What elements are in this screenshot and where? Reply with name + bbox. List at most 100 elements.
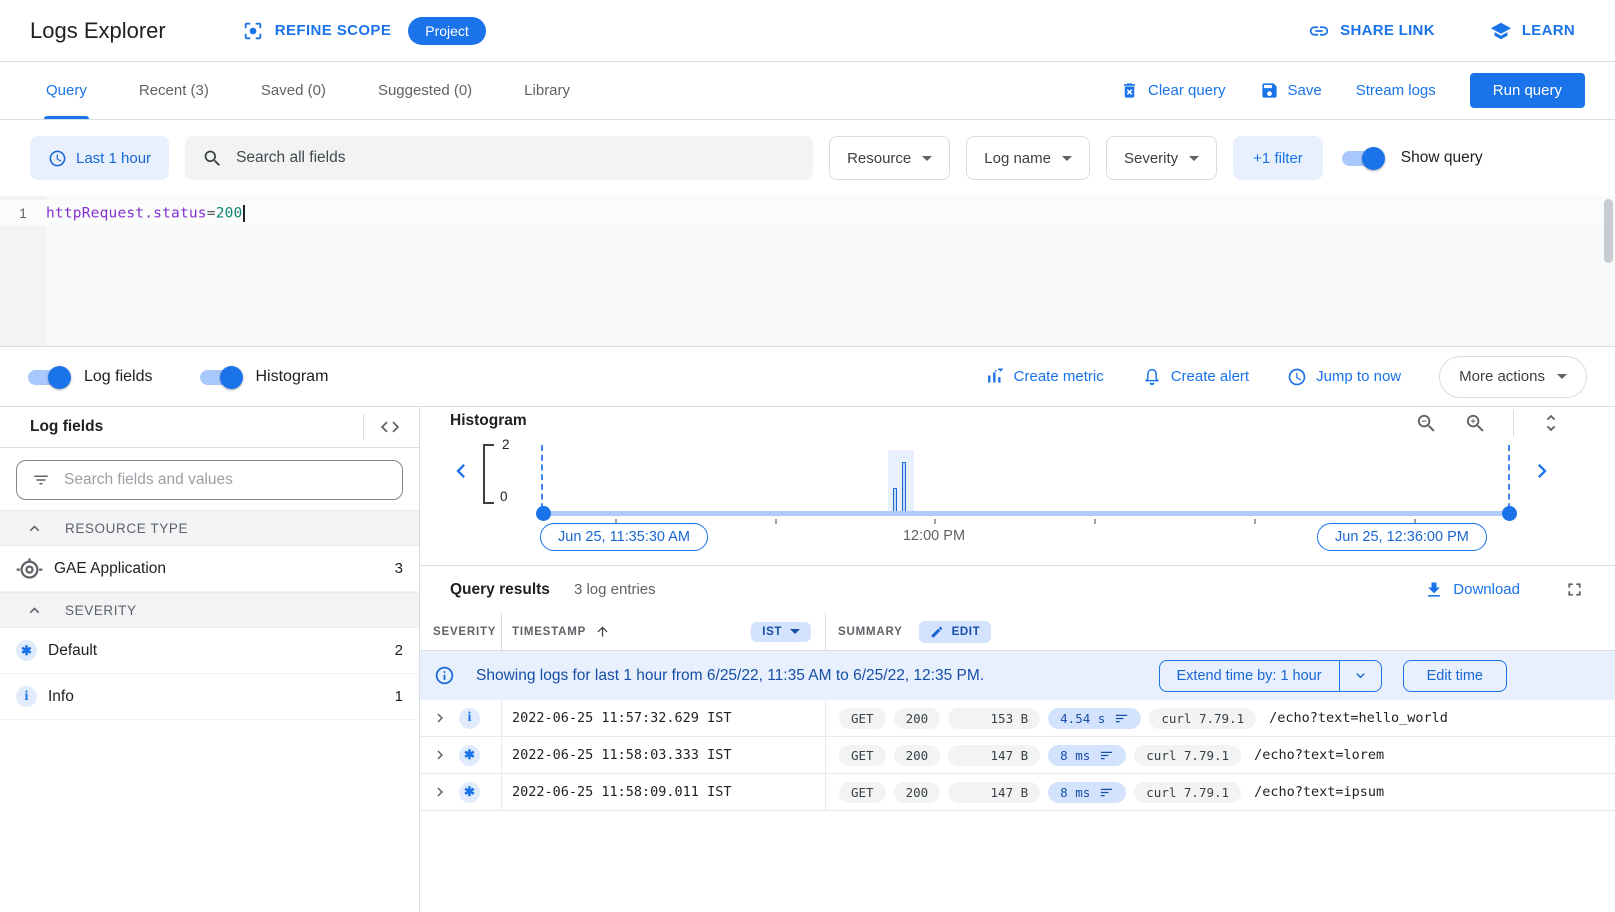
histogram-y-axis [483, 444, 495, 504]
section-header-resource-type[interactable]: RESOURCE TYPE [0, 510, 419, 546]
extend-time-button[interactable]: Extend time by: 1 hour [1159, 660, 1382, 692]
stream-logs-button[interactable]: Stream logs [1356, 82, 1436, 99]
section-header-severity[interactable]: SEVERITY [0, 592, 419, 628]
histogram-selection-band[interactable] [888, 450, 914, 514]
pan-left-icon[interactable] [447, 457, 475, 485]
learn-button[interactable]: LEARN [1490, 20, 1575, 42]
learn-label: LEARN [1522, 22, 1575, 39]
tab-query[interactable]: Query [20, 62, 113, 119]
more-filters-button[interactable]: +1 filter [1233, 136, 1323, 180]
clear-query-label: Clear query [1148, 82, 1226, 99]
run-query-button[interactable]: Run query [1470, 73, 1585, 108]
column-summary: SUMMARY EDIT [825, 613, 1615, 650]
show-query-label: Show query [1401, 149, 1483, 167]
log-field-count: 2 [395, 642, 403, 659]
time-range-chip[interactable]: Last 1 hour [30, 136, 169, 180]
tab-library[interactable]: Library [498, 62, 596, 119]
save-button[interactable]: Save [1260, 81, 1322, 100]
range-end-handle[interactable] [1502, 506, 1517, 521]
end-time-chip[interactable]: Jun 25, 12:36:00 PM [1317, 523, 1487, 551]
extend-time-label[interactable]: Extend time by: 1 hour [1160, 661, 1339, 691]
extend-time-dropdown[interactable] [1339, 661, 1381, 691]
severity-dropdown-label: Severity [1124, 150, 1178, 167]
jump-to-now-button[interactable]: Jump to now [1287, 367, 1401, 387]
chevron-up-icon [25, 601, 44, 620]
zoom-out-icon[interactable] [1415, 412, 1438, 435]
log-row[interactable]: ✱2022-06-25 11:58:03.333 ISTGET200147 B8… [420, 737, 1615, 774]
sort-ascending-icon[interactable] [595, 624, 610, 639]
create-metric-button[interactable]: Create metric [985, 367, 1104, 387]
edit-summary-button[interactable]: EDIT [919, 621, 992, 643]
more-actions-button[interactable]: More actions [1439, 356, 1587, 398]
log-field-item-default[interactable]: ✱Default2 [0, 628, 419, 674]
column-severity[interactable]: SEVERITY [420, 613, 501, 650]
log-fields-panel: Log fields RESOURCE TYPEGAE Application3… [0, 407, 420, 912]
severity-dropdown[interactable]: Severity [1106, 136, 1217, 180]
query-results-header: Query results 3 log entries Download [420, 566, 1615, 613]
query-line-1[interactable]: 1 httpRequest.status=200 [0, 200, 1603, 226]
project-scope-badge[interactable]: Project [408, 17, 486, 45]
histogram-bar[interactable] [902, 462, 906, 514]
start-time-chip[interactable]: Jun 25, 11:35:30 AM [540, 523, 708, 551]
view-options-bar: Log fields Histogram Create metric Creat… [0, 347, 1615, 407]
pan-right-icon[interactable] [1528, 457, 1556, 485]
histogram-toggle[interactable] [197, 365, 243, 389]
chart-plus-icon [985, 367, 1005, 387]
share-link-button[interactable]: SHARE LINK [1308, 20, 1435, 42]
learn-icon [1490, 20, 1512, 42]
log-row[interactable]: ✱2022-06-25 11:58:09.011 ISTGET200147 B8… [420, 774, 1615, 811]
create-alert-button[interactable]: Create alert [1142, 367, 1249, 387]
query-actions: Clear query Save Stream logs Run query [1120, 62, 1585, 119]
fullscreen-icon[interactable] [1564, 579, 1585, 600]
histogram-timeline[interactable] [543, 511, 1510, 516]
tab-suggested-0[interactable]: Suggested (0) [352, 62, 498, 119]
more-actions-label: More actions [1459, 368, 1545, 385]
collapse-histogram-icon[interactable] [1540, 412, 1562, 434]
tab-saved-0[interactable]: Saved (0) [235, 62, 352, 119]
log-field-item-info[interactable]: iInfo1 [0, 674, 419, 720]
save-icon [1260, 81, 1279, 100]
show-query-toggle[interactable] [1339, 146, 1385, 170]
divider [1513, 410, 1514, 436]
log-row[interactable]: i2022-06-25 11:57:32.629 ISTGET200153 B4… [420, 700, 1615, 737]
share-link-label: SHARE LINK [1340, 22, 1435, 39]
range-start-handle[interactable] [536, 506, 551, 521]
chevron-down-icon [790, 629, 800, 634]
log-fields-search-input[interactable] [64, 471, 388, 489]
log-field-item-gae-application[interactable]: GAE Application3 [0, 546, 419, 592]
timeline-tick [1094, 519, 1096, 524]
log-entries-count: 3 log entries [574, 581, 656, 598]
search-all-fields[interactable] [185, 136, 813, 180]
log-fields-toggle[interactable] [25, 365, 71, 389]
download-button[interactable]: Download [1424, 580, 1520, 600]
text-cursor [243, 205, 245, 222]
log-fields-search[interactable] [16, 460, 403, 500]
resource-dropdown-label: Resource [847, 150, 911, 167]
search-all-fields-input[interactable] [236, 149, 796, 167]
expand-row-icon[interactable] [431, 746, 449, 764]
zoom-in-icon[interactable] [1464, 412, 1487, 435]
log-actions: Create metric Create alert Jump to now M… [985, 356, 1587, 398]
editor-scrollbar[interactable] [1604, 199, 1613, 263]
edit-time-button[interactable]: Edit time [1403, 660, 1507, 692]
clear-query-button[interactable]: Clear query [1120, 81, 1226, 100]
chevron-up-icon [25, 519, 44, 538]
histogram-toggle-label: Histogram [256, 368, 329, 386]
expand-row-icon[interactable] [431, 709, 449, 727]
expand-row-icon[interactable] [431, 783, 449, 801]
query-text[interactable]: httpRequest.status=200 [46, 205, 245, 222]
log-timestamp: 2022-06-25 11:58:03.333 IST [501, 737, 825, 773]
chevron-down-icon [1189, 156, 1199, 161]
column-timestamp[interactable]: TIMESTAMP IST [501, 613, 825, 650]
user-agent-pill: curl 7.79.1 [1134, 782, 1241, 803]
timezone-selector[interactable]: IST [751, 622, 811, 642]
refine-scope-button[interactable]: REFINE SCOPE [242, 20, 392, 42]
log-name-dropdown[interactable]: Log name [966, 136, 1090, 180]
histogram-title: Histogram [450, 412, 527, 430]
refine-scope-label: REFINE SCOPE [275, 22, 392, 39]
resource-dropdown[interactable]: Resource [829, 136, 950, 180]
code-panel-icon[interactable] [379, 416, 401, 438]
query-editor[interactable]: 1 httpRequest.status=200 [0, 196, 1615, 347]
tab-recent-3[interactable]: Recent (3) [113, 62, 235, 119]
results-table-header: SEVERITY TIMESTAMP IST SUMMARY ED [420, 613, 1615, 651]
